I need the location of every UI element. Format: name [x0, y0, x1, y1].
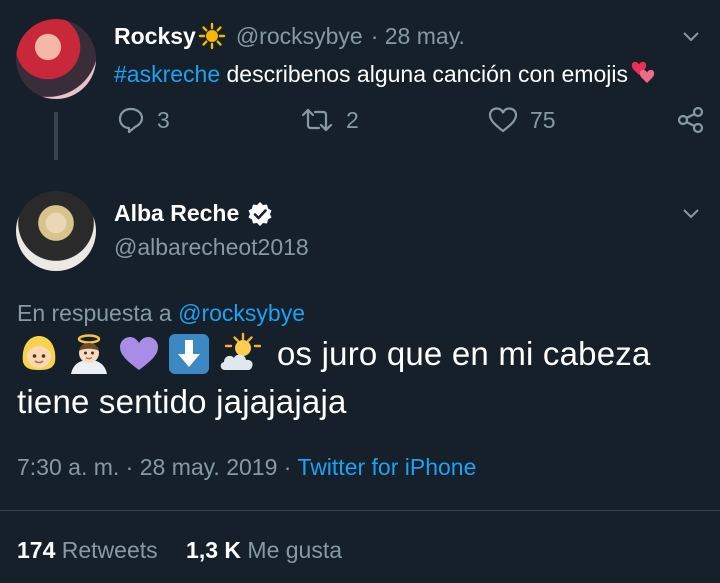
likes-stat[interactable]: 1,3 K Me gusta — [186, 537, 342, 563]
retweets-stat[interactable]: 174 Retweets — [17, 537, 164, 563]
reply-prefix: En respuesta a — [17, 300, 179, 326]
timestamp[interactable]: 7:30 a. m. · 28 may. 2019 · — [17, 454, 291, 480]
thread-line — [54, 112, 58, 160]
avatar-alba-reche[interactable] — [16, 191, 96, 271]
verified-badge-icon — [248, 201, 272, 226]
tweet-body: describenos alguna canción con emojis — [220, 61, 628, 87]
sun-emoji — [198, 22, 226, 50]
tweet-text: os juro que en mi cabeza tiene sentido j… — [17, 330, 707, 426]
sun-behind-cloud-emoji — [220, 332, 261, 370]
tweet-text: #askreche describenos alguna canción con… — [114, 58, 658, 89]
retweet-icon — [301, 108, 333, 132]
reply-action[interactable]: 3 — [117, 106, 170, 134]
author-handle[interactable]: @rocksybye — [236, 23, 363, 50]
stats-row: 174 Retweets 1,3 K Me gusta — [17, 535, 342, 565]
tweet-line-2: tiene sentido jajajajaja — [17, 383, 347, 420]
reply-count: 3 — [157, 106, 170, 133]
retweet-count: 2 — [346, 106, 359, 133]
tweet-date[interactable]: · 28 may. — [371, 23, 465, 50]
author-name[interactable]: Alba Reche — [114, 200, 239, 227]
down-arrow-emoji — [169, 334, 209, 374]
avatar-rocksy[interactable] — [16, 19, 96, 99]
retweets-label: Retweets — [61, 537, 158, 563]
reply-to-link[interactable]: @rocksybye — [178, 300, 305, 326]
author-handle[interactable]: @albarecheot2018 — [114, 234, 309, 261]
like-action[interactable]: 75 — [488, 106, 556, 134]
angel-emoji — [71, 334, 107, 374]
retweets-count: 174 — [17, 537, 56, 563]
like-count: 75 — [530, 106, 556, 133]
chevron-down-icon[interactable] — [682, 28, 700, 46]
likes-label: Me gusta — [247, 537, 343, 563]
retweet-action[interactable]: 2 — [300, 106, 359, 134]
author-name[interactable]: Rocksy — [114, 23, 196, 50]
heart-emoji — [631, 61, 655, 83]
purple-heart-emoji — [120, 337, 158, 370]
blonde-person-emoji — [22, 336, 56, 370]
reply-icon — [118, 107, 144, 134]
hashtag-link[interactable]: #askreche — [114, 61, 220, 87]
reply-context-line: En respuesta a @rocksybye — [17, 298, 305, 328]
chevron-down-icon[interactable] — [682, 205, 700, 223]
tweet-line-1: os juro que en mi cabeza — [277, 335, 651, 372]
timestamp-line: 7:30 a. m. · 28 may. 2019 · Twitter for … — [17, 452, 476, 482]
share-icon[interactable] — [676, 106, 706, 134]
like-icon — [488, 107, 518, 133]
source-link[interactable]: Twitter for iPhone — [297, 454, 476, 480]
likes-count: 1,3 K — [186, 537, 242, 563]
divider — [0, 510, 720, 511]
